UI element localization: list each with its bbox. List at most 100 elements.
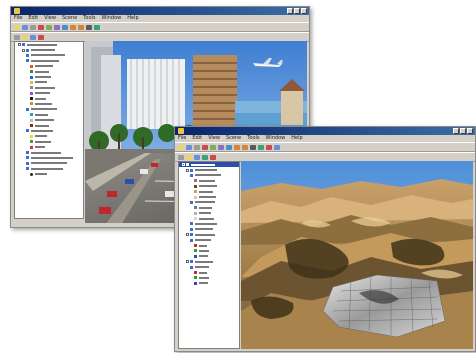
app-icon [14, 8, 20, 14]
pan-icon[interactable] [250, 144, 256, 150]
menu-tools[interactable]: Tools [83, 15, 95, 22]
layer-checkbox[interactable] [186, 163, 189, 167]
select-icon[interactable] [14, 34, 20, 40]
legend-swatch [194, 217, 197, 221]
table-of-contents[interactable] [178, 161, 240, 349]
menu-help[interactable]: Help [127, 15, 138, 22]
legend-swatch [194, 244, 197, 248]
zoom-out-icon[interactable] [78, 24, 84, 30]
identify-icon[interactable] [22, 34, 28, 40]
layer-checkbox[interactable] [26, 161, 29, 165]
navigate-icon[interactable] [62, 24, 68, 30]
layer-checkbox[interactable] [26, 156, 29, 160]
menu-scene[interactable]: Scene [62, 15, 77, 22]
open-icon[interactable] [14, 24, 20, 30]
menu-view[interactable]: View [44, 15, 56, 22]
legend-swatch [30, 172, 33, 176]
layer-checkbox[interactable] [26, 129, 29, 133]
legend-swatch [194, 281, 197, 285]
target-icon[interactable] [210, 154, 216, 160]
layer-checkbox[interactable] [190, 265, 193, 269]
menu-edit[interactable]: Edit [192, 135, 202, 142]
copy-icon[interactable] [210, 144, 216, 150]
paste-icon[interactable] [218, 144, 224, 150]
tall-building [127, 59, 185, 129]
layer-checkbox[interactable] [26, 59, 29, 63]
layer-checkbox[interactable] [190, 233, 193, 237]
legend-swatch [30, 64, 33, 68]
legend-swatch [30, 97, 33, 101]
print-icon[interactable] [30, 24, 36, 30]
full-extent-icon[interactable] [194, 154, 200, 160]
layer-checkbox[interactable] [26, 151, 29, 154]
record-icon[interactable] [266, 144, 272, 150]
minimize-button[interactable] [287, 8, 293, 14]
menu-file[interactable]: File [14, 15, 22, 22]
layer-icon[interactable] [202, 154, 208, 160]
layer-checkbox[interactable] [190, 200, 193, 204]
full-extent-icon[interactable] [30, 34, 36, 40]
fly-icon[interactable] [258, 144, 264, 150]
table-of-contents[interactable] [14, 41, 84, 219]
layer-checkbox[interactable] [190, 227, 193, 231]
terrain-scene [241, 161, 473, 349]
layer-row[interactable] [179, 281, 239, 286]
layer-checkbox[interactable] [26, 48, 29, 52]
minimize-button[interactable] [453, 128, 459, 134]
maximize-button[interactable] [460, 128, 466, 134]
identify-icon[interactable] [186, 154, 192, 160]
maximize-button[interactable] [294, 8, 300, 14]
cut-icon[interactable] [38, 24, 44, 30]
globe-icon[interactable] [274, 144, 280, 150]
legend-swatch [30, 70, 33, 74]
layer-checkbox[interactable] [190, 222, 193, 226]
paste-icon[interactable] [54, 24, 60, 30]
layer-checkbox[interactable] [190, 260, 193, 264]
title-bar[interactable] [175, 127, 475, 135]
zoom-out-icon[interactable] [242, 144, 248, 150]
legend-swatch [30, 134, 33, 138]
save-icon[interactable] [22, 24, 28, 30]
zoom-in-icon[interactable] [234, 144, 240, 150]
target-icon[interactable] [38, 34, 44, 40]
pan-icon[interactable] [86, 24, 92, 30]
legend-swatch [30, 75, 33, 79]
menu-edit[interactable]: Edit [28, 15, 38, 22]
menu-bar: File Edit View Scene Tools Window Help [11, 15, 309, 22]
terrain-scene-window: File Edit View Scene Tools Window Help [174, 126, 476, 352]
menu-view[interactable]: View [208, 135, 220, 142]
toolbar [175, 142, 475, 152]
copy-icon[interactable] [46, 24, 52, 30]
menu-file[interactable]: File [178, 135, 186, 142]
layer-checkbox[interactable] [190, 238, 193, 242]
layer-checkbox[interactable] [190, 168, 193, 172]
legend-swatch [30, 124, 33, 128]
legend-swatch [30, 80, 33, 84]
cut-icon[interactable] [202, 144, 208, 150]
close-button[interactable] [467, 128, 473, 134]
layer-checkbox[interactable] [26, 53, 29, 57]
legend-swatch [194, 195, 197, 199]
navigate-icon[interactable] [226, 144, 232, 150]
layer-checkbox[interactable] [26, 167, 29, 171]
layer-checkbox[interactable] [22, 43, 25, 47]
fly-icon[interactable] [94, 24, 100, 30]
close-button[interactable] [301, 8, 307, 14]
layer-checkbox[interactable] [190, 173, 193, 177]
layer-checkbox[interactable] [26, 107, 29, 111]
print-icon[interactable] [194, 144, 200, 150]
menu-help[interactable]: Help [291, 135, 302, 142]
menu-tools[interactable]: Tools [247, 135, 259, 142]
menu-window[interactable]: Window [102, 15, 122, 22]
office-building [193, 55, 237, 133]
open-icon[interactable] [178, 144, 184, 150]
save-icon[interactable] [186, 144, 192, 150]
terrain-3d-view[interactable] [241, 161, 473, 349]
title-bar[interactable] [11, 7, 309, 15]
select-icon[interactable] [178, 154, 184, 160]
menu-window[interactable]: Window [266, 135, 286, 142]
legend-swatch [194, 211, 197, 215]
zoom-in-icon[interactable] [70, 24, 76, 30]
menu-scene[interactable]: Scene [226, 135, 241, 142]
layer-row[interactable] [15, 171, 83, 176]
